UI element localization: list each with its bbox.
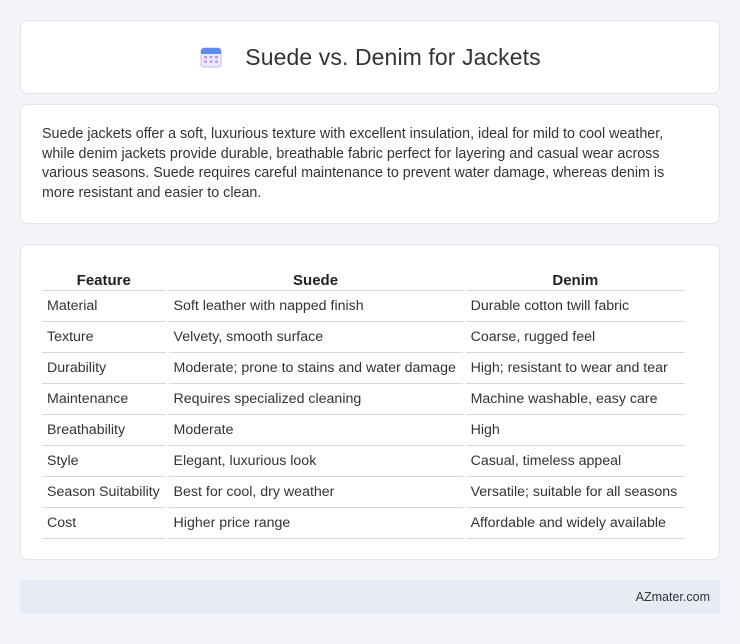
footer: AZmater.com — [20, 580, 720, 614]
table-row: Maintenance Requires specialized cleanin… — [42, 384, 685, 415]
suede-cell: Soft leather with napped finish — [168, 291, 463, 322]
table-row: Durability Moderate; prone to stains and… — [42, 353, 685, 384]
suede-cell: Velvety, smooth surface — [168, 322, 463, 353]
table-row: Texture Velvety, smooth surface Coarse, … — [42, 322, 685, 353]
summary-text: Suede jackets offer a soft, luxurious te… — [42, 126, 665, 201]
page-title: Suede vs. Denim for Jackets — [245, 43, 541, 70]
feature-cell: Style — [42, 446, 166, 477]
comparison-card: Feature Suede Denim Material Soft leathe… — [20, 244, 720, 560]
feature-cell: Maintenance — [42, 384, 166, 415]
suede-cell: Elegant, luxurious look — [168, 446, 463, 477]
title-wrap: Suede vs. Denim for Jackets — [199, 43, 541, 71]
feature-cell: Texture — [42, 322, 166, 353]
table-row: Season Suitability Best for cool, dry we… — [42, 477, 685, 508]
header-suede: Suede — [168, 265, 463, 291]
denim-cell: Versatile; suitable for all seasons — [465, 477, 685, 508]
table-header-row: Feature Suede Denim — [42, 265, 685, 291]
denim-cell: Coarse, rugged feel — [465, 322, 685, 353]
denim-cell: Casual, timeless appeal — [465, 446, 685, 477]
table-row: Material Soft leather with napped finish… — [42, 291, 685, 322]
denim-cell: Durable cotton twill fabric — [465, 291, 685, 322]
denim-cell: Affordable and widely available — [465, 508, 685, 539]
summary-card: Suede jackets offer a soft, luxurious te… — [20, 104, 720, 224]
denim-cell: Machine washable, easy care — [465, 384, 685, 415]
comparison-table: Feature Suede Denim Material Soft leathe… — [39, 265, 688, 539]
feature-cell: Breathability — [42, 415, 166, 446]
footer-site-link[interactable]: AZmater.com — [636, 590, 710, 604]
feature-cell: Material — [42, 291, 166, 322]
table-row: Cost Higher price range Affordable and w… — [42, 508, 685, 539]
header-denim: Denim — [465, 265, 685, 291]
suede-cell: Requires specialized cleaning — [168, 384, 463, 415]
table-row: Breathability Moderate High — [42, 415, 685, 446]
header-feature: Feature — [42, 265, 166, 291]
suede-cell: Moderate; prone to stains and water dama… — [168, 353, 463, 384]
title-card: Suede vs. Denim for Jackets — [20, 20, 720, 94]
feature-cell: Season Suitability — [42, 477, 166, 508]
feature-cell: Cost — [42, 508, 166, 539]
denim-cell: High; resistant to wear and tear — [465, 353, 685, 384]
denim-cell: High — [465, 415, 685, 446]
calendar-icon — [200, 47, 222, 68]
suede-cell: Higher price range — [168, 508, 463, 539]
suede-cell: Best for cool, dry weather — [168, 477, 463, 508]
suede-cell: Moderate — [168, 415, 463, 446]
feature-cell: Durability — [42, 353, 166, 384]
table-row: Style Elegant, luxurious look Casual, ti… — [42, 446, 685, 477]
